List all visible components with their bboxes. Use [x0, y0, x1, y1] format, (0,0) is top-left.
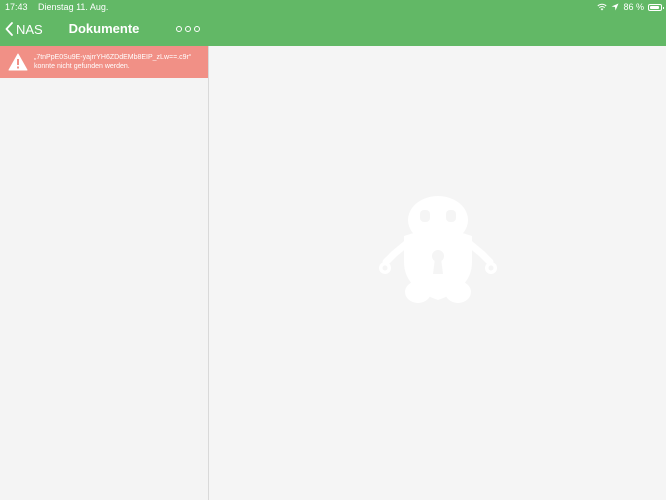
location-icon [611, 3, 619, 11]
top-navigation-bar: 17:43 Dienstag 11. Aug. 86 % NAS Dokumen… [0, 0, 666, 46]
chevron-left-icon [5, 22, 13, 36]
more-button[interactable] [176, 23, 200, 35]
sidebar [0, 46, 209, 500]
status-bar-right: 86 % [597, 2, 664, 12]
mascot-icon [379, 196, 497, 303]
error-banner: „7tnPpE0Su9E-yajrrYH6ZDdEMb8EIP_zLw==.c9… [0, 46, 208, 78]
wifi-icon [597, 3, 608, 11]
back-button[interactable]: NAS [5, 20, 43, 38]
error-filename: „7tnPpE0Su9E-yajrrYH6ZDdEMb8EIP_zLw==.c9… [34, 54, 192, 61]
more-icon [176, 26, 182, 32]
status-date: Dienstag 11. Aug. [38, 2, 109, 12]
battery-icon [648, 3, 664, 11]
error-message: „7tnPpE0Su9E-yajrrYH6ZDdEMb8EIP_zLw==.c9… [34, 53, 191, 71]
status-bar-left: 17:43 Dienstag 11. Aug. [5, 2, 116, 12]
back-label: NAS [16, 21, 43, 37]
battery-percentage: 86 % [623, 2, 644, 12]
status-time: 17:43 [5, 2, 28, 12]
error-description: konnte nicht gefunden werden. [34, 63, 130, 70]
warning-icon [8, 53, 28, 71]
